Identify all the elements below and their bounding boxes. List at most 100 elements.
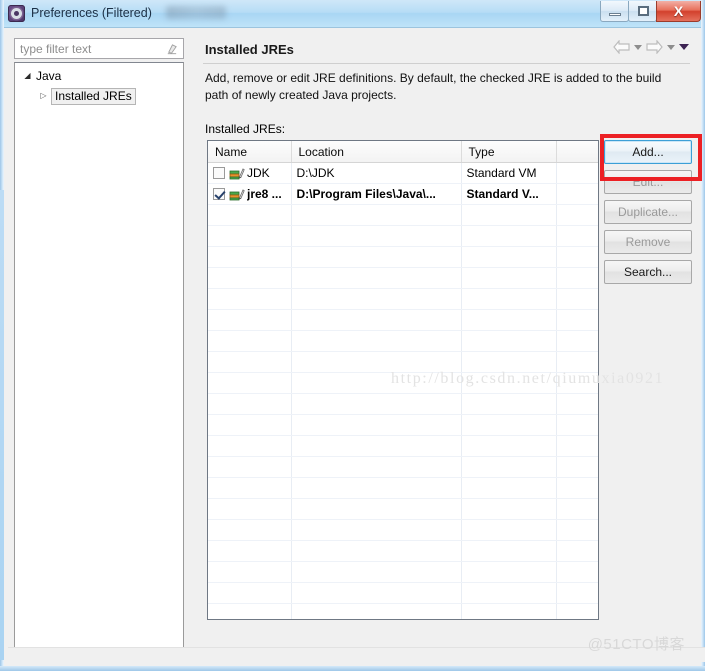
table-empty-row <box>208 414 598 436</box>
cell-empty <box>556 414 598 436</box>
cell-empty <box>291 456 462 478</box>
cell-empty <box>461 246 557 268</box>
search-button[interactable]: Search... <box>604 260 692 284</box>
cell-name-text: jre8 ... <box>247 187 282 201</box>
forward-history-chevron-down-icon[interactable] <box>667 44 675 50</box>
cell-empty <box>461 267 557 289</box>
table-empty-row <box>208 330 598 352</box>
back-history-chevron-down-icon[interactable] <box>634 44 642 50</box>
table-empty-row <box>208 393 598 415</box>
column-header-name[interactable]: Name <box>208 141 292 163</box>
tree-item-java-label: Java <box>36 69 62 83</box>
cell-empty <box>291 246 462 268</box>
table-empty-row <box>208 498 598 520</box>
cell-empty <box>208 582 292 604</box>
minimize-button[interactable] <box>600 1 629 22</box>
forward-arrow-icon[interactable] <box>646 40 663 54</box>
cell-empty <box>291 225 462 247</box>
column-header-type[interactable]: Type <box>461 141 557 163</box>
remove-button[interactable]: Remove <box>604 230 692 254</box>
cell-empty <box>208 540 292 562</box>
title-bar: Preferences (Filtered) X <box>0 0 705 28</box>
cell-empty <box>208 603 292 619</box>
table-empty-row <box>208 309 598 331</box>
cell-empty <box>291 204 462 226</box>
blurred-title-region <box>166 6 226 19</box>
eraser-icon[interactable] <box>165 43 178 56</box>
cell-empty <box>556 204 598 226</box>
preferences-tree[interactable]: ◢ Java ▷ Installed JREs <box>14 62 184 651</box>
table-empty-row <box>208 603 598 619</box>
table-action-buttons: Add... Edit... Duplicate... Remove Searc… <box>604 140 692 290</box>
cell-empty <box>291 498 462 520</box>
cell-empty <box>208 477 292 499</box>
tree-item-java[interactable]: ◢ Java <box>15 66 183 86</box>
cell-empty <box>461 519 557 541</box>
jre-library-icon <box>229 189 245 201</box>
table-empty-row <box>208 204 598 226</box>
duplicate-button[interactable]: Duplicate... <box>604 200 692 224</box>
table-empty-row <box>208 456 598 478</box>
collapsed-twisty-icon[interactable]: ▷ <box>37 92 50 100</box>
cell-empty <box>461 414 557 436</box>
cell-name: jre8 ... <box>208 183 292 205</box>
row-checkbox[interactable] <box>213 188 225 200</box>
window-right-border <box>701 0 705 671</box>
table-header-row: Name Location Type <box>208 141 598 163</box>
maximize-button[interactable] <box>628 1 657 22</box>
cell-empty <box>208 288 292 310</box>
cell-empty <box>461 561 557 583</box>
back-arrow-icon[interactable] <box>613 40 630 54</box>
cell-location: D:\Program Files\Java\... <box>291 183 462 205</box>
cell-empty <box>208 204 292 226</box>
title-separator <box>203 63 690 64</box>
cell-name-text: JDK <box>247 166 270 180</box>
cell-empty <box>208 498 292 520</box>
cell-empty <box>461 288 557 310</box>
cell-type: Standard VM <box>461 162 557 184</box>
tree-item-installed-jres[interactable]: ▷ Installed JREs <box>15 86 183 106</box>
cell-empty <box>556 246 598 268</box>
cell-empty <box>291 435 462 457</box>
cell-type: Standard V... <box>461 183 557 205</box>
cell-empty <box>291 561 462 583</box>
table-empty-row <box>208 435 598 457</box>
navigation-icons <box>613 40 689 54</box>
close-button[interactable]: X <box>656 1 701 22</box>
table-empty-row <box>208 267 598 289</box>
table-empty-row <box>208 582 598 604</box>
cell-empty <box>556 582 598 604</box>
cell-empty <box>208 414 292 436</box>
table-empty-row <box>208 225 598 247</box>
filter-input-wrapper[interactable]: type filter text <box>14 38 184 59</box>
row-checkbox[interactable] <box>213 167 225 179</box>
table-row[interactable]: jre8 ... D:\Program Files\Java\... Standar… <box>208 183 598 205</box>
close-icon: X <box>673 3 684 19</box>
tree-item-installed-jres-label: Installed JREs <box>51 87 136 105</box>
cell-empty <box>556 225 598 247</box>
table-label: Installed JREs: <box>205 122 286 136</box>
cell-empty <box>556 288 598 310</box>
cell-empty <box>461 330 557 352</box>
cell-empty <box>461 435 557 457</box>
table-empty-row <box>208 519 598 541</box>
cell-empty <box>556 561 598 583</box>
view-menu-chevron-down-icon[interactable] <box>679 44 689 50</box>
cell-empty <box>208 372 292 394</box>
table-row[interactable]: JDK D:\JDK Standard VM <box>208 162 598 184</box>
cell-empty <box>556 267 598 289</box>
column-header-location[interactable]: Location <box>291 141 462 163</box>
cell-empty <box>208 456 292 478</box>
expanded-twisty-icon[interactable]: ◢ <box>21 72 34 80</box>
cell-empty <box>291 519 462 541</box>
edit-button[interactable]: Edit... <box>604 170 692 194</box>
cell-empty <box>461 603 557 619</box>
cell-empty <box>556 603 598 619</box>
watermark-site: @51CTO博客 <box>587 636 685 653</box>
jre-library-icon <box>229 168 245 180</box>
add-button[interactable]: Add... <box>604 140 692 164</box>
cell-empty <box>208 393 292 415</box>
column-header-extra[interactable] <box>556 141 598 163</box>
cell-empty <box>208 351 292 373</box>
filter-placeholder: type filter text <box>20 42 92 56</box>
